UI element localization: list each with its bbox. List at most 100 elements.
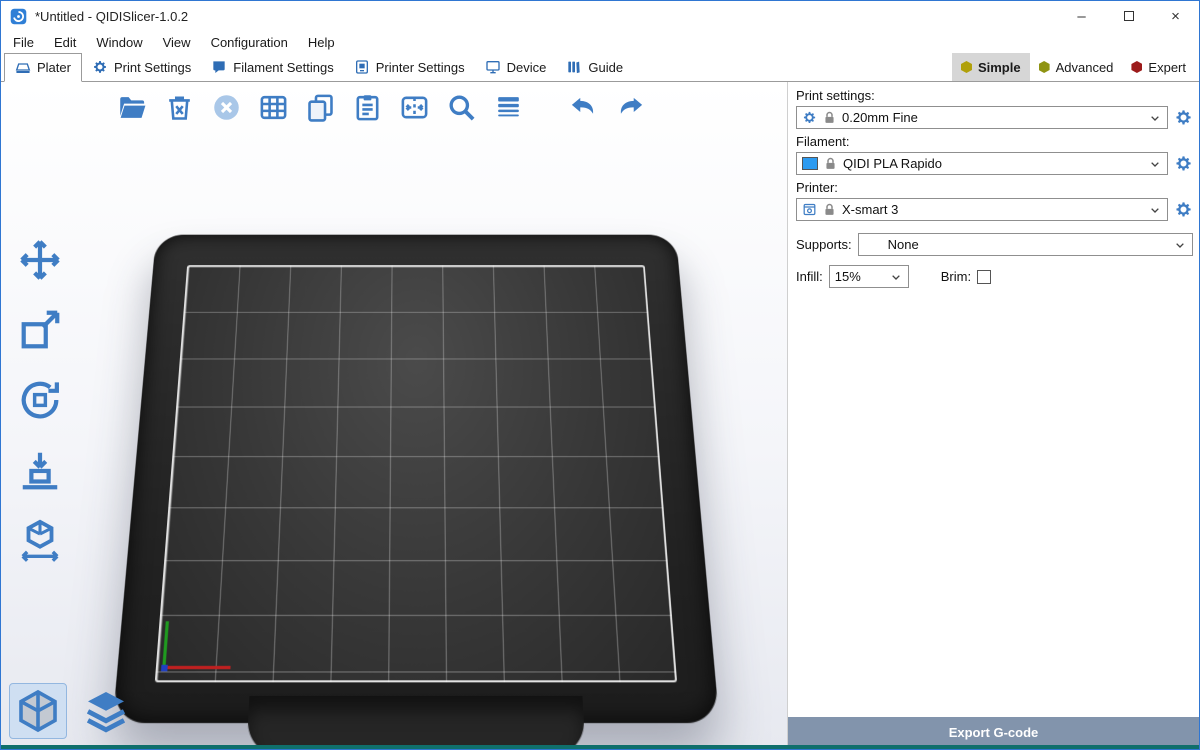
- editor-view-button[interactable]: [9, 683, 67, 739]
- delete-icon: [164, 92, 195, 123]
- gear-icon: [92, 59, 108, 75]
- supports-label: Supports:: [796, 237, 852, 252]
- copy-icon: [305, 92, 336, 123]
- axis-x-indicator: [162, 666, 230, 669]
- search-button[interactable]: [442, 88, 480, 126]
- copy-button[interactable]: [301, 88, 339, 126]
- tab-filament-settings[interactable]: Filament Settings: [201, 53, 343, 81]
- split-button[interactable]: [395, 88, 433, 126]
- variable-layer-height-button[interactable]: [489, 88, 527, 126]
- search-icon: [446, 92, 477, 123]
- tab-plater[interactable]: Plater: [4, 53, 82, 82]
- plater-icon: [15, 60, 31, 76]
- tab-filament-settings-label: Filament Settings: [233, 60, 333, 75]
- tab-printer-settings[interactable]: Printer Settings: [344, 53, 475, 81]
- redo-button[interactable]: [611, 88, 649, 126]
- menu-configuration[interactable]: Configuration: [201, 35, 298, 50]
- printer-value: X-smart 3: [842, 202, 898, 217]
- maximize-button[interactable]: [1105, 1, 1152, 31]
- mode-advanced[interactable]: Advanced: [1030, 53, 1123, 81]
- view-switcher: [9, 683, 135, 739]
- minimize-button[interactable]: –: [1058, 1, 1105, 31]
- rotate-tool-button[interactable]: [11, 374, 69, 426]
- lock-icon: [822, 110, 837, 125]
- open-folder-icon: [117, 92, 148, 123]
- simple-mode-dot-icon: [961, 61, 972, 73]
- axis-z-indicator: [161, 665, 168, 672]
- print-settings-label: Print settings:: [796, 88, 1193, 103]
- device-icon: [485, 59, 501, 75]
- object-toolbar: [113, 88, 649, 126]
- delete-button[interactable]: [160, 88, 198, 126]
- mode-expert[interactable]: Expert: [1122, 53, 1195, 81]
- title-bar: *Untitled - QIDISlicer-1.0.2 – ×: [1, 1, 1199, 31]
- filament-value: QIDI PLA Rapido: [843, 156, 942, 171]
- bed-surface-grid: [155, 265, 678, 682]
- gear-icon: [1174, 108, 1193, 127]
- move-tool-button[interactable]: [11, 234, 69, 286]
- print-settings-combo[interactable]: 0.20mm Fine: [796, 106, 1168, 129]
- viewport-3d[interactable]: [1, 82, 787, 747]
- undo-icon: [568, 92, 599, 123]
- window-controls: – ×: [1058, 1, 1199, 31]
- measure-tool-button[interactable]: [11, 514, 69, 566]
- menu-window[interactable]: Window: [86, 35, 152, 50]
- app-window: *Untitled - QIDISlicer-1.0.2 – × File Ed…: [0, 0, 1200, 750]
- mode-simple[interactable]: Simple: [952, 53, 1030, 81]
- filament-icon: [211, 59, 227, 75]
- printer-settings-icon: [354, 59, 370, 75]
- layer-height-icon: [493, 92, 524, 123]
- open-file-button[interactable]: [113, 88, 151, 126]
- place-on-face-icon: [17, 447, 63, 493]
- delete-all-button[interactable]: [207, 88, 245, 126]
- gizmo-toolbar: [11, 234, 69, 566]
- chevron-down-icon: [888, 269, 904, 285]
- tab-print-settings-label: Print Settings: [114, 60, 191, 75]
- printer-combo[interactable]: X-smart 3: [796, 198, 1168, 221]
- sliced-layers-icon: [82, 687, 130, 735]
- print-settings-value: 0.20mm Fine: [842, 110, 918, 125]
- print-settings-gear-button[interactable]: [1174, 108, 1193, 127]
- app-icon: [10, 8, 27, 25]
- menu-file[interactable]: File: [3, 35, 44, 50]
- measure-icon: [17, 517, 63, 563]
- rotate-icon: [17, 377, 63, 423]
- gear-icon: [802, 110, 817, 125]
- infill-combo[interactable]: 15%: [829, 265, 909, 288]
- menu-view[interactable]: View: [153, 35, 201, 50]
- printer-gear-button[interactable]: [1174, 200, 1193, 219]
- tab-print-settings[interactable]: Print Settings: [82, 53, 201, 81]
- undo-button[interactable]: [564, 88, 602, 126]
- menu-edit[interactable]: Edit: [44, 35, 86, 50]
- filament-combo[interactable]: QIDI PLA Rapido: [796, 152, 1168, 175]
- menu-bar: File Edit Window View Configuration Help: [1, 31, 1199, 53]
- lock-icon: [823, 156, 838, 171]
- brim-checkbox[interactable]: [977, 270, 991, 284]
- delete-all-icon: [211, 92, 242, 123]
- redo-icon: [615, 92, 646, 123]
- bottom-edge-strip: [1, 745, 1199, 749]
- tab-guide[interactable]: Guide: [556, 53, 633, 81]
- tab-device[interactable]: Device: [475, 53, 557, 81]
- supports-combo[interactable]: None: [858, 233, 1193, 256]
- chevron-down-icon: [1147, 202, 1163, 218]
- export-gcode-button[interactable]: Export G-code: [788, 717, 1199, 747]
- place-on-face-tool-button[interactable]: [11, 444, 69, 496]
- settings-sidebar: Print settings: 0.20mm Fine Filament: QI…: [787, 82, 1199, 747]
- chevron-down-icon: [1147, 110, 1163, 126]
- brim-label: Brim:: [941, 269, 971, 284]
- filament-gear-button[interactable]: [1174, 154, 1193, 173]
- printer-label: Printer:: [796, 180, 1193, 195]
- mode-simple-label: Simple: [978, 60, 1021, 75]
- menu-help[interactable]: Help: [298, 35, 345, 50]
- preview-view-button[interactable]: [77, 683, 135, 739]
- close-button[interactable]: ×: [1152, 1, 1199, 31]
- guide-icon: [566, 59, 582, 75]
- arrange-icon: [258, 92, 289, 123]
- scale-tool-button[interactable]: [11, 304, 69, 356]
- bed-stage: [96, 210, 736, 740]
- maximize-icon: [1124, 11, 1134, 21]
- arrange-button[interactable]: [254, 88, 292, 126]
- paste-button[interactable]: [348, 88, 386, 126]
- tab-bar: Plater Print Settings Filament Settings …: [1, 53, 1199, 82]
